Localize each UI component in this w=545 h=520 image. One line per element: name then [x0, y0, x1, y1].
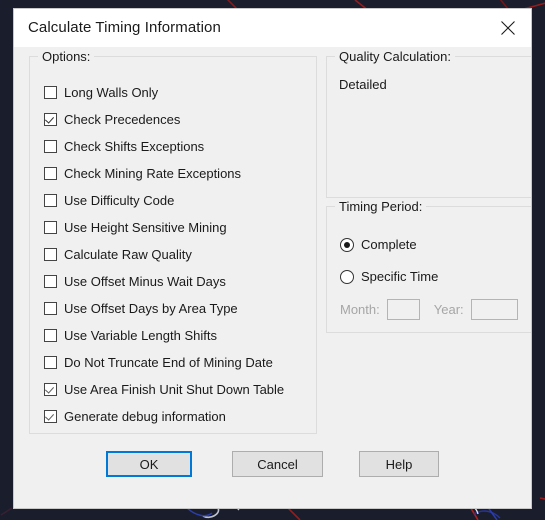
cancel-button[interactable]: Cancel: [232, 451, 323, 477]
checkbox-indicator: [44, 86, 57, 99]
timing-period-legend: Timing Period:: [335, 199, 427, 214]
checkbox-indicator: [44, 113, 57, 126]
checkbox-indicator: [44, 275, 57, 288]
option-checkbox-label: Use Offset Minus Wait Days: [64, 274, 226, 289]
option-checkbox-row[interactable]: Use Difficulty Code: [44, 187, 284, 214]
radio-complete-label: Complete: [361, 237, 417, 252]
checkbox-indicator: [44, 302, 57, 315]
checkbox-indicator: [44, 356, 57, 369]
options-group: Options: Long Walls Only Check Precedence…: [29, 49, 317, 434]
checkbox-indicator: [44, 221, 57, 234]
month-label: Month:: [340, 302, 380, 317]
option-checkbox-row[interactable]: Calculate Raw Quality: [44, 241, 284, 268]
option-checkbox-row[interactable]: Use Variable Length Shifts: [44, 322, 284, 349]
radio-complete[interactable]: Complete: [340, 237, 417, 252]
timing-period-group: Timing Period: Complete Specific Time Mo…: [326, 199, 531, 333]
year-label: Year:: [433, 302, 464, 317]
month-input[interactable]: [386, 299, 420, 320]
specific-time-fields: Month: Year:: [340, 299, 518, 320]
quality-calculation-value: Detailed: [339, 77, 387, 92]
options-group-legend: Options:: [38, 49, 95, 64]
option-checkbox-row[interactable]: Use Area Finish Unit Shut Down Table: [44, 376, 284, 403]
titlebar: Calculate Timing Information: [14, 9, 531, 48]
option-checkbox-row[interactable]: Check Mining Rate Exceptions: [44, 160, 284, 187]
option-checkbox-label: Do Not Truncate End of Mining Date: [64, 355, 273, 370]
option-checkbox-label: Calculate Raw Quality: [64, 247, 192, 262]
quality-calculation-legend: Quality Calculation:: [335, 49, 455, 64]
year-input[interactable]: [470, 299, 518, 320]
option-checkbox-row[interactable]: Check Shifts Exceptions: [44, 133, 284, 160]
option-checkbox-label: Use Offset Days by Area Type: [64, 301, 238, 316]
option-checkbox-label: Check Mining Rate Exceptions: [64, 166, 242, 181]
option-checkbox-label: Generate debug information: [64, 409, 226, 424]
close-button[interactable]: [485, 9, 531, 47]
option-checkbox-row[interactable]: Use Offset Days by Area Type: [44, 295, 284, 322]
option-checkbox-row[interactable]: Do Not Truncate End of Mining Date: [44, 349, 284, 376]
option-checkbox-row[interactable]: Check Precedences: [44, 106, 284, 133]
option-checkbox-row[interactable]: Use Height Sensitive Mining: [44, 214, 284, 241]
calculate-timing-dialog: Calculate Timing Information Options: Lo…: [14, 9, 531, 508]
checkbox-indicator: [44, 194, 57, 207]
close-icon: [500, 20, 516, 36]
option-checkbox-row[interactable]: Long Walls Only: [44, 79, 284, 106]
checkbox-indicator: [44, 383, 57, 396]
option-checkbox-label: Use Area Finish Unit Shut Down Table: [64, 382, 285, 397]
radio-specific-time[interactable]: Specific Time: [340, 269, 438, 284]
options-checkbox-list: Long Walls Only Check Precedences Check Sh…: [44, 79, 284, 430]
checkbox-indicator: [44, 140, 57, 153]
option-checkbox-label: Long Walls Only: [64, 85, 159, 100]
window-title: Calculate Timing Information: [28, 19, 221, 36]
option-checkbox-row[interactable]: Use Offset Minus Wait Days: [44, 268, 284, 295]
option-checkbox-label: Use Variable Length Shifts: [64, 328, 217, 343]
help-button[interactable]: Help: [359, 451, 439, 477]
radio-specific-time-label: Specific Time: [361, 269, 439, 284]
quality-calculation-group: Quality Calculation: Detailed: [326, 49, 531, 198]
option-checkbox-row[interactable]: Generate debug information: [44, 403, 284, 430]
option-checkbox-label: Check Precedences: [64, 112, 181, 127]
checkbox-indicator: [44, 410, 57, 423]
option-checkbox-label: Check Shifts Exceptions: [64, 139, 205, 154]
radio-specific-time-indicator: [340, 269, 354, 284]
checkbox-indicator: [44, 329, 57, 342]
checkbox-indicator: [44, 167, 57, 180]
checkbox-indicator: [44, 248, 57, 261]
option-checkbox-label: Use Height Sensitive Mining: [64, 220, 227, 235]
option-checkbox-label: Use Difficulty Code: [64, 193, 175, 208]
ok-button[interactable]: OK: [106, 451, 192, 477]
radio-complete-indicator: [340, 237, 354, 252]
